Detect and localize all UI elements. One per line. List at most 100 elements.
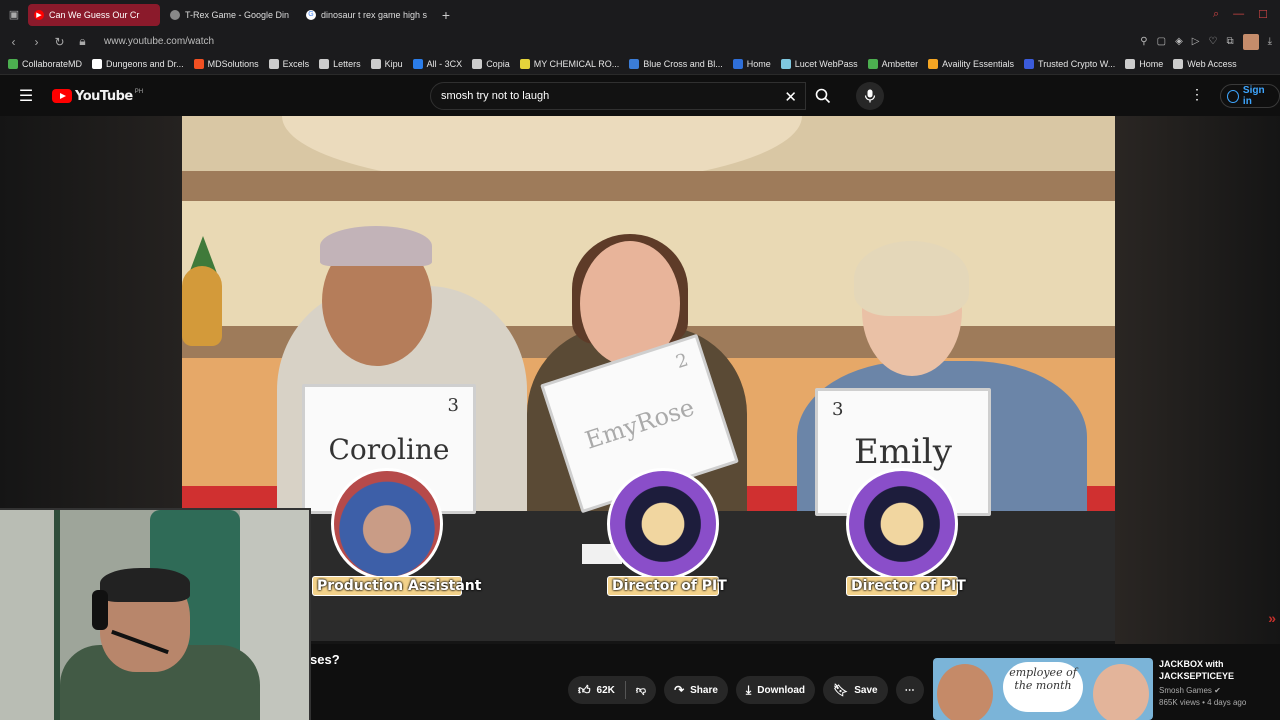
search-icon	[815, 88, 831, 104]
bookmark-item[interactable]: MDSolutions	[193, 59, 259, 69]
sign-in-button[interactable]: Sign in	[1220, 84, 1280, 108]
account-icon	[1227, 89, 1239, 103]
bookmark-item[interactable]: All - 3CX	[412, 59, 462, 69]
crypto-icon	[1024, 59, 1035, 69]
webcam-door	[0, 510, 60, 720]
bookmark-label: Home	[1139, 59, 1164, 69]
youtube-icon: ▶	[34, 9, 44, 20]
menu-icon[interactable]: ☰	[0, 86, 52, 106]
window-controls: ⌕ — ☐	[1213, 8, 1280, 21]
recommendation-channel[interactable]: Smosh Games ✔︎	[1159, 686, 1279, 695]
bookmark-item[interactable]: Blue Cross and Bl...	[629, 59, 723, 69]
tab-active[interactable]: ▶ Can We Guess Our Cr	[28, 3, 160, 26]
extensions-icon[interactable]: ⧉	[1226, 36, 1233, 47]
headset-icon	[92, 590, 108, 630]
url-field[interactable]: www.youtube.com/watch	[104, 36, 214, 47]
voice-search-button[interactable]	[856, 82, 884, 110]
next-chevron-icon[interactable]: »	[1268, 610, 1276, 626]
bookmark-item[interactable]: Kipu	[370, 59, 403, 69]
bookmark-item[interactable]: Excels	[268, 59, 310, 69]
bookmark-item[interactable]: Lucet WebPass	[780, 59, 858, 69]
search-input[interactable]: smosh try not to laugh ✕	[430, 82, 806, 110]
more-icon: ⋯	[904, 684, 915, 696]
share-button[interactable]: ↷ Share	[664, 676, 728, 704]
back-icon[interactable]: ‹	[4, 35, 23, 49]
search-button[interactable]	[806, 82, 840, 110]
board-name: Coroline	[328, 432, 450, 466]
thumbs-down-icon: 👎︎	[635, 685, 647, 696]
badge-photo	[607, 468, 719, 580]
video-frame[interactable]: 3 Coroline 2 EmyRose 3 Emily Production …	[182, 116, 1115, 641]
lock-icon[interactable]: 🔒︎	[73, 34, 92, 49]
recommendation-title[interactable]: JACKBOX with JACKSEPTICEYE	[1159, 658, 1279, 682]
tab-label: T-Rex Game - Google Din	[185, 9, 290, 20]
like-button[interactable]: 👍︎ 62K	[568, 676, 625, 704]
bookmark-label: Excels	[282, 59, 310, 69]
dislike-button[interactable]: 👎︎	[626, 676, 656, 704]
bookmark-item[interactable]: Trusted Crypto W...	[1024, 59, 1115, 69]
bookmark-item[interactable]: Letters	[319, 59, 361, 69]
recommendation-meta[interactable]: JACKBOX with JACKSEPTICEYE Smosh Games ✔…	[1159, 658, 1279, 707]
pineapple	[182, 266, 222, 346]
youtube-logo[interactable]: YouTube PH	[52, 89, 143, 104]
bookmark-label: Home	[746, 59, 771, 69]
tab-google-search[interactable]: G dinosaur t rex game high s	[300, 4, 432, 26]
download-icon[interactable]: ⤓	[1268, 36, 1272, 47]
thumb-face	[1093, 664, 1149, 720]
bookmark-item[interactable]: Ambetter	[867, 59, 918, 69]
google-icon: G	[306, 9, 316, 20]
download-label: Download	[757, 684, 806, 696]
recommendation-thumbnail[interactable]: employee of the month	[933, 658, 1153, 720]
logo-text: YouTube	[75, 88, 133, 104]
maximize-icon[interactable]: ☐	[1258, 8, 1268, 21]
bookmark-item[interactable]: Web Access	[1173, 59, 1237, 69]
board-name: EmyRose	[581, 392, 698, 455]
bookmark-item[interactable]: Copia	[472, 59, 510, 69]
share-label: Share	[690, 684, 718, 696]
settings-more-icon[interactable]: ⋮	[1190, 86, 1204, 103]
folder-icon	[370, 59, 381, 69]
pin-icon[interactable]: ⚲	[1140, 36, 1147, 47]
lucet-icon	[780, 59, 791, 69]
snapshot-icon[interactable]: ▢	[1157, 36, 1166, 47]
bookmark-label: Dungeons and Dr...	[106, 59, 184, 69]
page-icon	[1125, 59, 1136, 69]
bookmark-icon: 🔖︎	[833, 683, 849, 697]
video-title: ses?	[310, 652, 340, 667]
ambetter-icon	[867, 59, 878, 69]
minimize-icon[interactable]: —	[1233, 8, 1244, 21]
address-bar-actions: ⚲ ▢ ◈ ▷ ♡ ⧉ ⤓	[1140, 33, 1280, 50]
shield-icon[interactable]: ◈	[1175, 36, 1183, 47]
bookmark-item[interactable]: Home	[1125, 59, 1163, 69]
tab-trex-game[interactable]: T-Rex Game - Google Din	[164, 4, 296, 26]
profile-avatar[interactable]	[1242, 33, 1259, 50]
youtube-header: ☰ YouTube PH smosh try not to laugh ✕ ⋮ …	[0, 76, 1280, 116]
forward-icon[interactable]: ›	[27, 35, 46, 49]
download-button[interactable]: ⤓ Download	[735, 676, 816, 704]
bookmark-label: Copia	[486, 59, 510, 69]
bookmark-item[interactable]: CollaborateMD	[8, 59, 82, 69]
bookmark-label: Availity Essentials	[942, 59, 1015, 69]
bookmark-label: Blue Cross and Bl...	[643, 59, 723, 69]
webcam-overlay	[0, 508, 311, 720]
play-icon[interactable]: ▷	[1192, 36, 1200, 47]
more-actions-button[interactable]: ⋯	[895, 676, 924, 704]
page-icon	[472, 59, 483, 69]
bookmark-item[interactable]: Dungeons and Dr...	[92, 59, 184, 69]
reload-icon[interactable]: ↻	[50, 35, 69, 49]
tab-list-icon[interactable]: ▣	[0, 0, 28, 29]
bookmark-item[interactable]: Availity Essentials	[928, 59, 1014, 69]
new-tab-button[interactable]: +	[436, 7, 456, 23]
channel-name: Smosh Games	[1159, 686, 1212, 695]
clear-search-icon[interactable]: ✕	[784, 88, 797, 106]
badge-photo	[331, 468, 443, 580]
search-tabs-icon[interactable]: ⌕	[1213, 8, 1219, 21]
bluecross-icon	[629, 59, 640, 69]
heart-icon[interactable]: ♡	[1208, 36, 1217, 47]
badge-label: Director of PIT	[846, 576, 966, 596]
webcam-person-hair	[100, 568, 190, 602]
board-name: Emily	[853, 432, 952, 472]
bookmark-item[interactable]: Home	[732, 59, 771, 69]
save-button[interactable]: 🔖︎ Save	[823, 676, 888, 704]
bookmark-item[interactable]: MY CHEMICAL RO...	[519, 59, 619, 69]
